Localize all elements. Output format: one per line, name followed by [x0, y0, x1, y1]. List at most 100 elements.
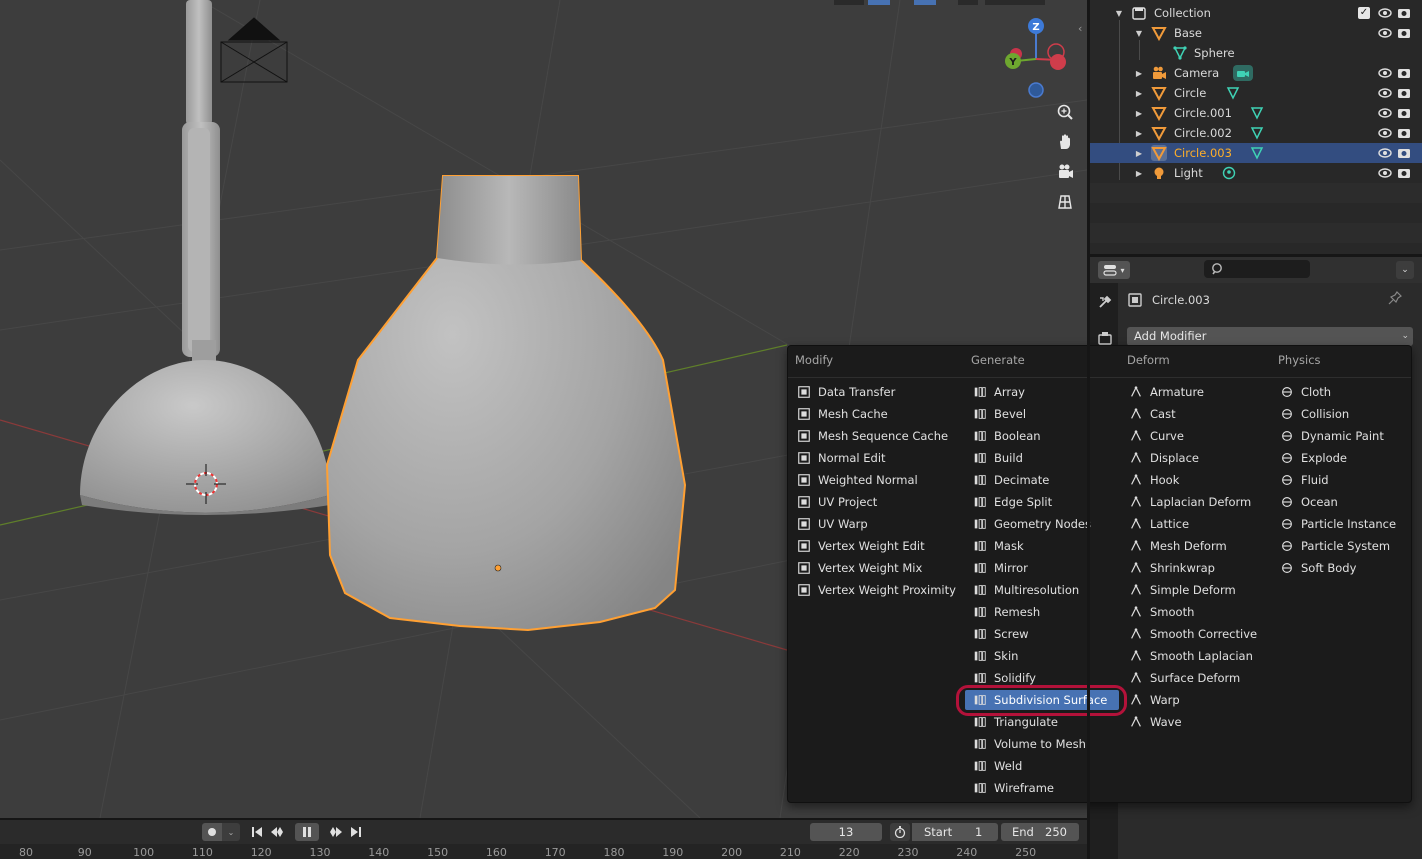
end-frame-field[interactable]: End 250: [1001, 823, 1079, 841]
menu-item-hook[interactable]: Hook: [1128, 470, 1276, 490]
menu-item-edge-split[interactable]: Edge Split: [972, 492, 1122, 512]
expand-triangle-icon[interactable]: ▶: [1134, 109, 1144, 118]
outliner-row-circle-002[interactable]: ▶ Circle.002: [1090, 123, 1422, 143]
pan-hand-icon[interactable]: [1053, 130, 1077, 154]
expand-triangle-icon[interactable]: ▼: [1114, 9, 1124, 18]
menu-item-surface-deform[interactable]: Surface Deform: [1128, 668, 1276, 688]
toolbar-collapse-arrow-icon[interactable]: ‹: [1078, 22, 1087, 36]
menu-item-cloth[interactable]: Cloth: [1279, 382, 1409, 402]
menu-item-particle-system[interactable]: Particle System: [1279, 536, 1409, 556]
header-button-stub[interactable]: [958, 0, 978, 5]
menu-item-armature[interactable]: Armature: [1128, 382, 1276, 402]
mesh-data-icon[interactable]: [1249, 105, 1265, 121]
menu-item-uv-warp[interactable]: UV Warp: [796, 514, 966, 534]
render-camera-icon[interactable]: [1397, 26, 1411, 40]
menu-item-fluid[interactable]: Fluid: [1279, 470, 1409, 490]
expand-triangle-icon[interactable]: ▶: [1134, 89, 1144, 98]
visibility-eye-icon[interactable]: [1378, 166, 1392, 180]
menu-item-normal-edit[interactable]: Normal Edit: [796, 448, 966, 468]
render-camera-icon[interactable]: [1397, 166, 1411, 180]
visibility-eye-icon[interactable]: [1378, 126, 1392, 140]
camera-view-icon[interactable]: [1053, 160, 1077, 184]
menu-item-mesh-sequence-cache[interactable]: Mesh Sequence Cache: [796, 426, 966, 446]
menu-item-shrinkwrap[interactable]: Shrinkwrap: [1128, 558, 1276, 578]
outliner-row-light[interactable]: ▶ Light: [1090, 163, 1422, 183]
menu-item-smooth-laplacian[interactable]: Smooth Laplacian: [1128, 646, 1276, 666]
properties-search-input[interactable]: [1204, 260, 1310, 278]
render-camera-icon[interactable]: [1397, 6, 1411, 20]
menu-item-mask[interactable]: Mask: [972, 536, 1122, 556]
outliner-row-circle-003[interactable]: ▶ Circle.003: [1090, 143, 1422, 163]
editor-type-button[interactable]: ▾: [1098, 261, 1130, 279]
menu-item-array[interactable]: Array: [972, 382, 1122, 402]
menu-item-boolean[interactable]: Boolean: [972, 426, 1122, 446]
jump-to-start-button[interactable]: [247, 823, 267, 841]
expand-triangle-icon[interactable]: ▶: [1134, 69, 1144, 78]
header-button-stub[interactable]: [834, 0, 864, 5]
outliner-row-camera[interactable]: ▶ Camera: [1090, 63, 1422, 83]
add-modifier-dropdown[interactable]: Add Modifier ⌄: [1127, 327, 1413, 346]
header-button-stub[interactable]: [914, 0, 936, 5]
render-camera-icon[interactable]: [1397, 86, 1411, 100]
collection-checkbox[interactable]: ✓: [1358, 7, 1370, 19]
visibility-eye-icon[interactable]: [1378, 86, 1392, 100]
header-button-stub[interactable]: [868, 0, 890, 5]
visibility-eye-icon[interactable]: [1378, 106, 1392, 120]
menu-item-triangulate[interactable]: Triangulate: [972, 712, 1122, 732]
mesh-data-icon[interactable]: [1249, 145, 1265, 161]
menu-item-weld[interactable]: Weld: [972, 756, 1122, 776]
tab-tool[interactable]: [1094, 291, 1116, 313]
render-camera-icon[interactable]: [1397, 106, 1411, 120]
menu-item-solidify[interactable]: Solidify: [972, 668, 1122, 688]
outliner-row-collection[interactable]: ▼ Collection ✓: [1090, 3, 1422, 23]
menu-item-lattice[interactable]: Lattice: [1128, 514, 1276, 534]
menu-item-remesh[interactable]: Remesh: [972, 602, 1122, 622]
previous-keyframe-button[interactable]: [267, 823, 287, 841]
menu-item-bevel[interactable]: Bevel: [972, 404, 1122, 424]
start-frame-field[interactable]: Start 1: [912, 823, 998, 841]
menu-item-vertex-weight-mix[interactable]: Vertex Weight Mix: [796, 558, 966, 578]
outliner-row-sphere[interactable]: Sphere: [1090, 43, 1422, 63]
menu-item-ocean[interactable]: Ocean: [1279, 492, 1409, 512]
shading-buttons-stub[interactable]: [985, 0, 1045, 5]
menu-item-geometry-nodes[interactable]: Geometry Nodes: [972, 514, 1122, 534]
menu-item-decimate[interactable]: Decimate: [972, 470, 1122, 490]
menu-item-vertex-weight-proximity[interactable]: Vertex Weight Proximity: [796, 580, 966, 600]
menu-item-skin[interactable]: Skin: [972, 646, 1122, 666]
menu-item-uv-project[interactable]: UV Project: [796, 492, 966, 512]
menu-item-explode[interactable]: Explode: [1279, 448, 1409, 468]
light-data-icon[interactable]: [1221, 165, 1237, 181]
menu-item-weighted-normal[interactable]: Weighted Normal: [796, 470, 966, 490]
menu-item-screw[interactable]: Screw: [972, 624, 1122, 644]
menu-item-curve[interactable]: Curve: [1128, 426, 1276, 446]
menu-item-warp[interactable]: Warp: [1128, 690, 1276, 710]
visibility-eye-icon[interactable]: [1378, 6, 1392, 20]
menu-item-simple-deform[interactable]: Simple Deform: [1128, 580, 1276, 600]
menu-item-dynamic-paint[interactable]: Dynamic Paint: [1279, 426, 1409, 446]
jump-to-end-button[interactable]: [346, 823, 366, 841]
current-frame-field[interactable]: 13: [810, 823, 882, 841]
menu-item-mesh-cache[interactable]: Mesh Cache: [796, 404, 966, 424]
menu-item-mirror[interactable]: Mirror: [972, 558, 1122, 578]
menu-item-vertex-weight-edit[interactable]: Vertex Weight Edit: [796, 536, 966, 556]
menu-item-build[interactable]: Build: [972, 448, 1122, 468]
mesh-data-icon[interactable]: [1225, 85, 1241, 101]
outliner-row-base[interactable]: ▼ Base: [1090, 23, 1422, 43]
menu-item-wireframe[interactable]: Wireframe: [972, 778, 1122, 798]
expand-triangle-icon[interactable]: ▶: [1134, 149, 1144, 158]
outliner-panel[interactable]: ▼ Collection ✓ ▼ Base Sphere ▶ Camera ▶ …: [1090, 0, 1422, 254]
menu-item-laplacian-deform[interactable]: Laplacian Deform: [1128, 492, 1276, 512]
pin-icon[interactable]: [1388, 291, 1402, 308]
menu-item-smooth-corrective[interactable]: Smooth Corrective: [1128, 624, 1276, 644]
render-camera-icon[interactable]: [1397, 146, 1411, 160]
menu-item-volume-to-mesh[interactable]: Volume to Mesh: [972, 734, 1122, 754]
menu-item-particle-instance[interactable]: Particle Instance: [1279, 514, 1409, 534]
menu-item-mesh-deform[interactable]: Mesh Deform: [1128, 536, 1276, 556]
menu-item-wave[interactable]: Wave: [1128, 712, 1276, 732]
navigation-gizmo[interactable]: Z Y: [996, 14, 1076, 104]
menu-item-displace[interactable]: Displace: [1128, 448, 1276, 468]
orthographic-grid-icon[interactable]: [1053, 190, 1077, 214]
properties-options-button[interactable]: ⌄: [1396, 261, 1414, 279]
menu-item-multiresolution[interactable]: Multiresolution: [972, 580, 1122, 600]
expand-triangle-icon[interactable]: ▼: [1134, 29, 1144, 38]
